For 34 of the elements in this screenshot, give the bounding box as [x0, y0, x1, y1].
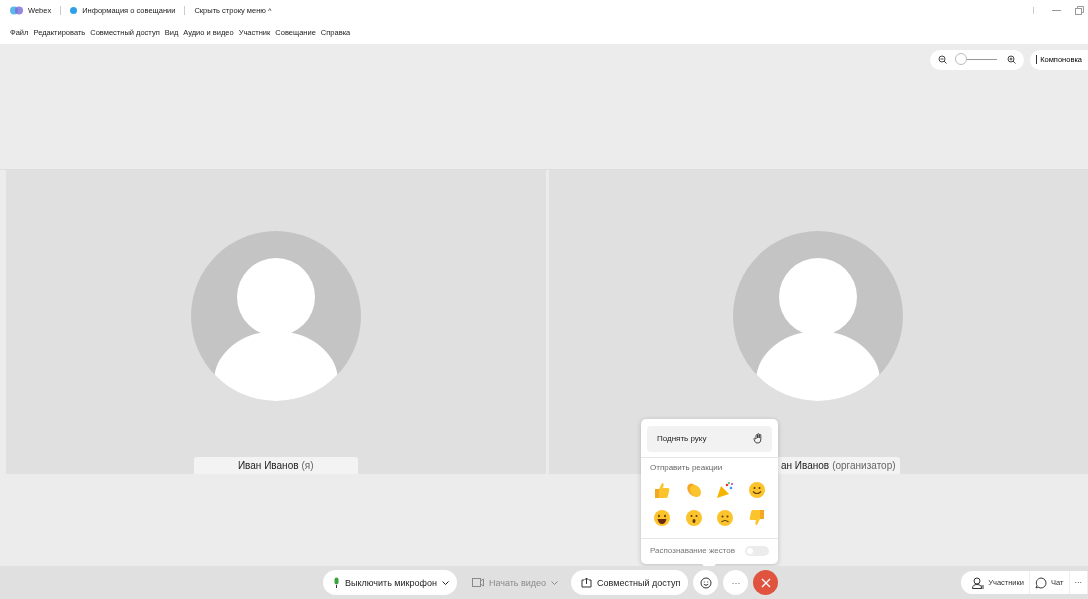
close-icon — [760, 577, 771, 588]
leave-meeting-button[interactable] — [753, 570, 779, 596]
share-icon — [581, 577, 593, 589]
sad-face-icon[interactable] — [716, 508, 735, 527]
smiley-icon[interactable] — [747, 480, 766, 499]
reactions-button[interactable] — [693, 570, 719, 596]
party-popper-icon[interactable] — [716, 480, 735, 499]
name-label: Иван Иванов (я) — [193, 456, 358, 474]
mic-button[interactable]: Выключить микрофон — [323, 570, 457, 596]
more-options-button[interactable]: ··· — [723, 570, 749, 596]
thumbs-up-icon[interactable] — [653, 480, 671, 499]
caret-icon — [551, 580, 559, 585]
restore-icon — [1074, 6, 1084, 16]
section-label: Отправить реакции — [649, 462, 724, 472]
camera-icon — [471, 578, 484, 588]
surprised-face-icon[interactable] — [684, 508, 703, 527]
caret-icon — [441, 580, 449, 585]
share-button[interactable]: Совместный доступ — [571, 570, 689, 596]
laughing-face-icon[interactable] — [653, 508, 671, 527]
zoom-slider-thumb[interactable] — [955, 53, 967, 65]
raise-hand-button[interactable]: Поднять руку — [647, 425, 772, 452]
gesture-recognition-label: Распознавание жестов — [650, 546, 735, 555]
info-icon — [70, 7, 78, 15]
avatar-icon — [190, 230, 361, 401]
person-icon — [972, 576, 985, 589]
thumbs-down-icon[interactable] — [747, 508, 766, 527]
smiley-icon — [699, 576, 712, 589]
zoom-in-icon[interactable] — [1007, 55, 1016, 64]
zoom-out-icon[interactable] — [938, 55, 947, 64]
avatar-icon — [733, 230, 904, 401]
webex-logo-icon — [10, 6, 23, 16]
microphone-icon — [333, 577, 340, 589]
hand-icon — [753, 433, 763, 444]
speech-bubble-icon — [1035, 576, 1048, 589]
